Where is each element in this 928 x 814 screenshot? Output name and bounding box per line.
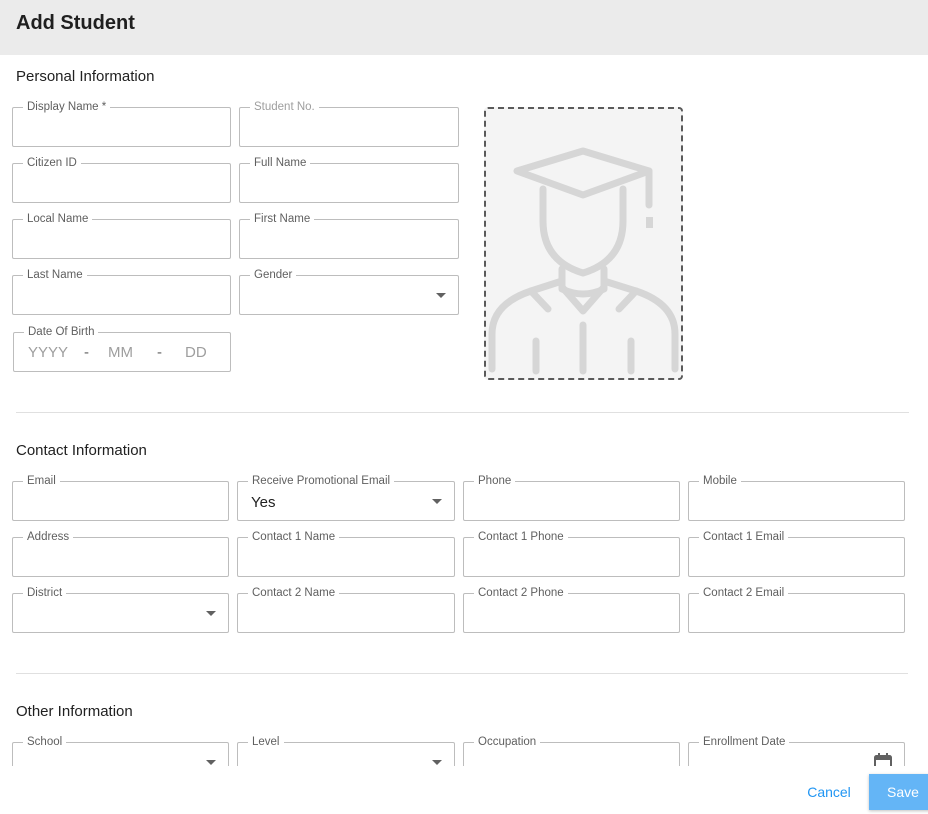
contact1-email-field[interactable]: Contact 1 Email (688, 530, 905, 577)
save-button[interactable]: Save (869, 774, 928, 810)
contact2-phone-label: Contact 2 Phone (474, 586, 568, 600)
school-select[interactable]: School (12, 735, 229, 766)
full-name-field[interactable]: Full Name (239, 156, 459, 203)
contact2-email-label: Contact 2 Email (699, 586, 789, 600)
school-label: School (23, 735, 67, 749)
occupation-field[interactable]: Occupation (463, 735, 680, 766)
contact2-email-field[interactable]: Contact 2 Email (688, 586, 905, 633)
mobile-label: Mobile (699, 474, 741, 488)
date-of-birth-label: Date Of Birth (24, 325, 99, 339)
contact2-name-label: Contact 2 Name (248, 586, 340, 600)
contact2-name-field[interactable]: Contact 2 Name (237, 586, 455, 633)
cancel-button[interactable]: Cancel (796, 774, 862, 810)
citizen-id-field[interactable]: Citizen ID (12, 156, 231, 203)
promotional-email-select[interactable]: Receive Promotional Email Yes (237, 474, 455, 521)
calendar-icon[interactable] (874, 753, 892, 766)
promotional-email-label: Receive Promotional Email (248, 474, 395, 488)
mobile-field[interactable]: Mobile (688, 474, 905, 521)
promotional-email-value: Yes (251, 494, 276, 511)
dob-month-input[interactable]: MM (108, 344, 133, 361)
level-label: Level (248, 735, 284, 749)
section-divider (16, 673, 908, 674)
phone-label: Phone (474, 474, 516, 488)
dob-separator: - (157, 344, 162, 361)
local-name-label: Local Name (23, 212, 93, 226)
email-label: Email (23, 474, 60, 488)
district-label: District (23, 586, 67, 600)
dialog-header: Add Student (0, 0, 928, 55)
dob-year-input[interactable]: YYYY (28, 344, 68, 361)
chevron-down-icon (432, 499, 442, 504)
email-field[interactable]: Email (12, 474, 229, 521)
contact1-email-label: Contact 1 Email (699, 530, 789, 544)
display-name-field[interactable]: Display Name * (12, 100, 231, 147)
chevron-down-icon (206, 760, 216, 765)
section-divider (16, 412, 909, 413)
chevron-down-icon (432, 760, 442, 765)
student-no-label: Student No. (250, 100, 319, 114)
contact1-name-field[interactable]: Contact 1 Name (237, 530, 455, 577)
address-label: Address (23, 530, 74, 544)
student-no-field[interactable]: Student No. (239, 100, 459, 147)
local-name-field[interactable]: Local Name (12, 212, 231, 259)
gender-select[interactable]: Gender (239, 268, 459, 315)
gender-label: Gender (250, 268, 297, 282)
student-graduate-avatar-icon (488, 147, 679, 375)
citizen-id-label: Citizen ID (23, 156, 81, 170)
scroll-clip-area: School Level Occupation Enrollment Date (0, 730, 928, 766)
dialog-title: Add Student (16, 12, 135, 34)
last-name-field[interactable]: Last Name (12, 268, 231, 315)
contact-info-heading: Contact Information (16, 442, 147, 459)
contact1-phone-field[interactable]: Contact 1 Phone (463, 530, 680, 577)
enrollment-date-field[interactable]: Enrollment Date (688, 735, 905, 766)
personal-info-heading: Personal Information (16, 68, 155, 85)
last-name-label: Last Name (23, 268, 87, 282)
photo-upload[interactable] (484, 107, 683, 380)
date-of-birth-field[interactable]: Date Of Birth YYYY - MM - DD (13, 325, 231, 372)
chevron-down-icon (436, 293, 446, 298)
first-name-field[interactable]: First Name (239, 212, 459, 259)
dob-day-input[interactable]: DD (185, 344, 207, 361)
occupation-label: Occupation (474, 735, 541, 749)
dob-separator: - (84, 344, 89, 361)
contact1-phone-label: Contact 1 Phone (474, 530, 568, 544)
chevron-down-icon (206, 611, 216, 616)
level-select[interactable]: Level (237, 735, 455, 766)
other-info-heading: Other Information (16, 703, 133, 720)
address-field[interactable]: Address (12, 530, 229, 577)
enrollment-date-label: Enrollment Date (699, 735, 790, 749)
first-name-label: First Name (250, 212, 315, 226)
contact1-name-label: Contact 1 Name (248, 530, 340, 544)
full-name-label: Full Name (250, 156, 311, 170)
district-select[interactable]: District (12, 586, 229, 633)
contact2-phone-field[interactable]: Contact 2 Phone (463, 586, 680, 633)
display-name-label: Display Name * (23, 100, 111, 114)
phone-field[interactable]: Phone (463, 474, 680, 521)
